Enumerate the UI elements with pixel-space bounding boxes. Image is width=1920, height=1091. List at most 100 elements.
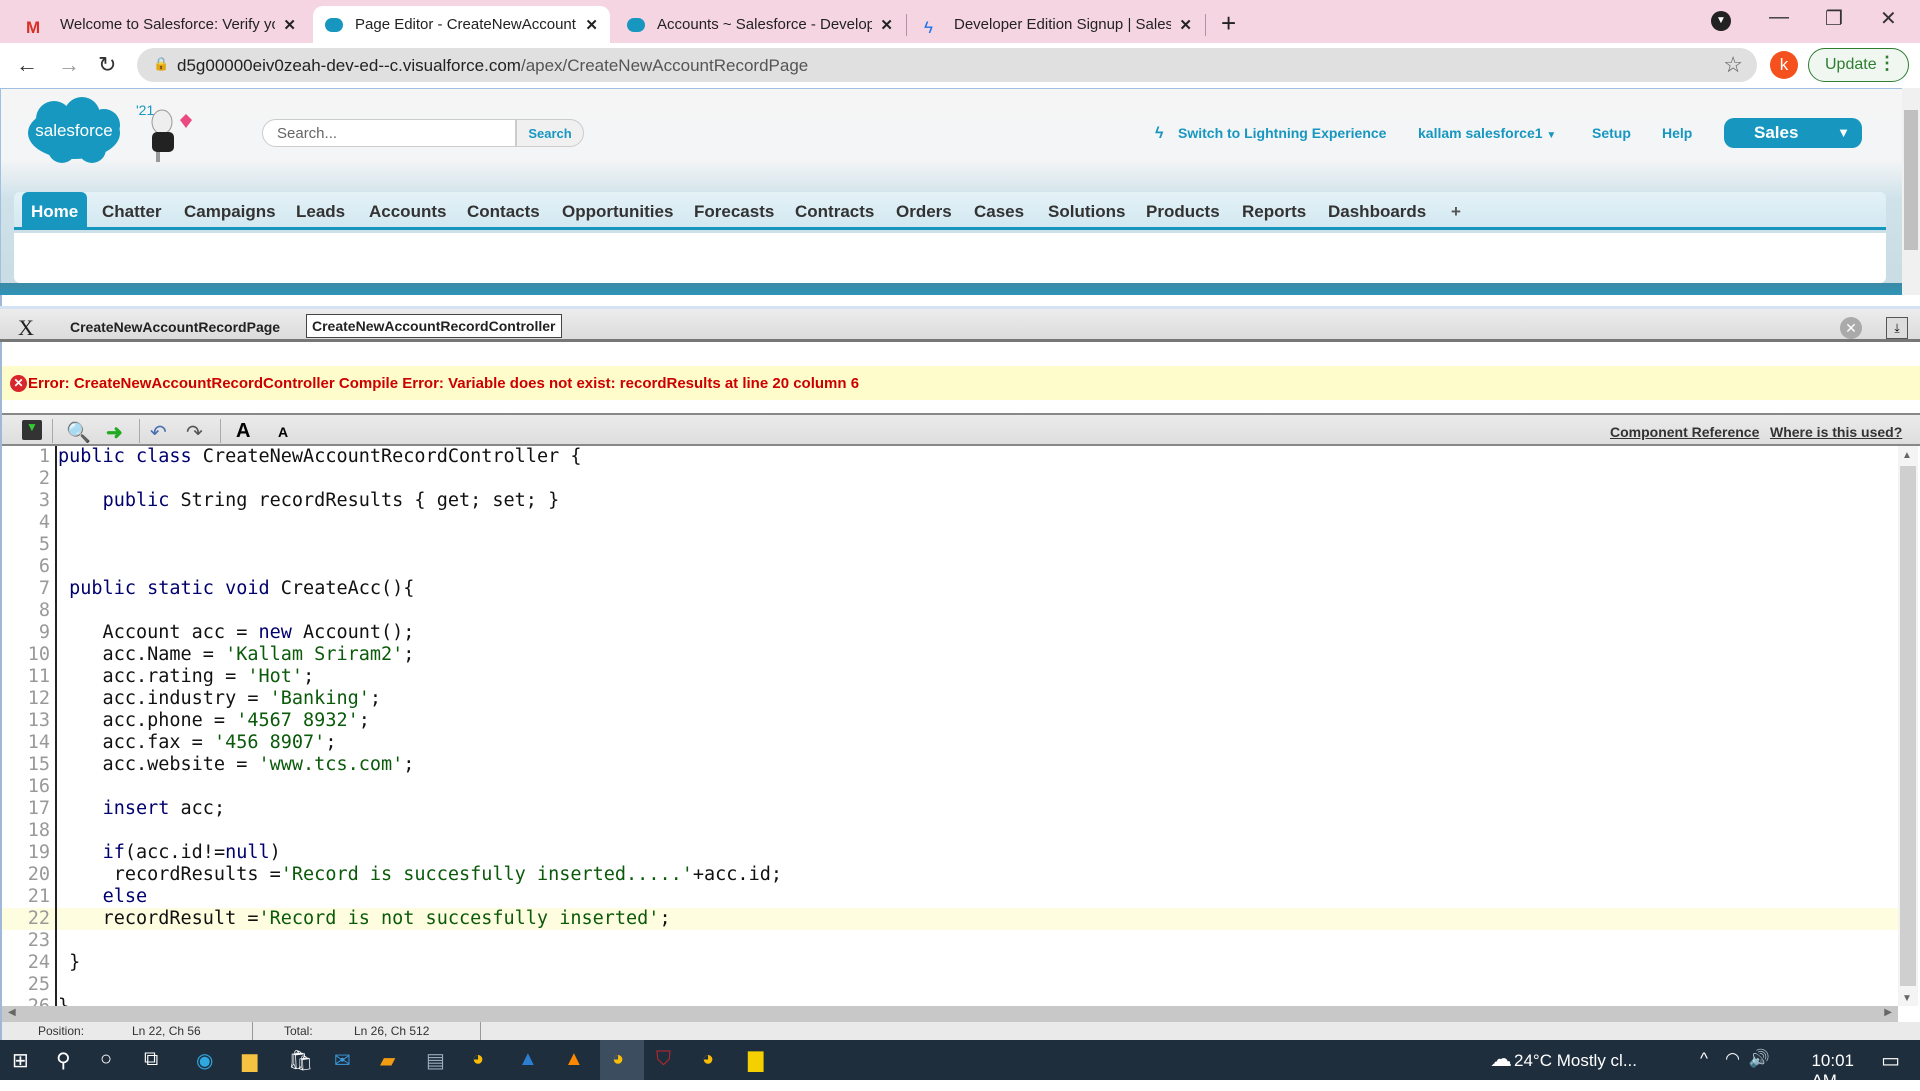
code-line[interactable]: 15 acc.website = 'www.tcs.com'; (2, 754, 1898, 776)
mail-icon[interactable]: ✉ (334, 1048, 351, 1073)
browser-tab-gmail[interactable]: M Welcome to Salesforce: Verify yo ✕ (14, 6, 308, 43)
tab-home[interactable]: Home (22, 192, 88, 230)
chrome-icon[interactable]: ◕ (472, 1048, 484, 1071)
sticky-notes-icon[interactable]: ▇ (748, 1048, 763, 1073)
editor-vertical-scrollbar[interactable]: ▲ ▼ (1898, 446, 1918, 1006)
tab-reports[interactable]: Reports (1242, 202, 1306, 222)
tab-contracts[interactable]: Contracts (795, 202, 874, 222)
search-icon[interactable]: 🔍 (66, 420, 91, 445)
switch-lightning-link[interactable]: Switch to Lightning Experience (1178, 125, 1386, 141)
app-menu-button[interactable]: Sales ▼ (1724, 118, 1862, 148)
go-to-line-icon[interactable]: ➜ (106, 420, 123, 445)
code-line[interactable]: 3 public String recordResults { get; set… (2, 490, 1898, 512)
tab-solutions[interactable]: Solutions (1048, 202, 1125, 222)
close-tab-icon[interactable]: ✕ (880, 16, 893, 34)
browser-tab-page-editor[interactable]: Page Editor - CreateNewAccount ✕ (313, 6, 610, 43)
code-editor[interactable]: 1 public class CreateNewAccountRecordCont… (2, 446, 1898, 1006)
clock-time[interactable]: 10:01 AM (1811, 1051, 1854, 1091)
component-reference-link[interactable]: Component Reference (1610, 424, 1759, 440)
close-tab-icon[interactable]: ✕ (1179, 16, 1192, 34)
store-icon[interactable]: 🛍 (288, 1048, 313, 1073)
download-icon[interactable]: ⤓ (1886, 317, 1908, 339)
add-tab-icon[interactable]: + (1451, 202, 1461, 222)
task-view-icon[interactable]: ⧉ (144, 1048, 158, 1071)
code-line[interactable]: 16 (2, 776, 1898, 798)
weather-text[interactable]: 24°C Mostly cl... (1514, 1051, 1674, 1071)
code-line[interactable]: 24 } (2, 952, 1898, 974)
editor-tab-controller[interactable]: CreateNewAccountRecordController (306, 314, 562, 338)
code-line[interactable]: 8 (2, 600, 1898, 622)
code-line[interactable]: 12 acc.industry = 'Banking'; (2, 688, 1898, 710)
chevron-up-icon[interactable]: ^ (1700, 1049, 1708, 1069)
profile-avatar[interactable]: k (1770, 51, 1798, 79)
forward-icon[interactable]: → (58, 52, 80, 78)
tab-opportunities[interactable]: Opportunities (562, 202, 673, 222)
scrollbar-thumb[interactable] (1900, 466, 1916, 986)
code-line[interactable]: 26} (2, 996, 1898, 1006)
code-line[interactable]: 5 (2, 534, 1898, 556)
scroll-down-icon[interactable]: ▼ (1902, 993, 1912, 1004)
tab-campaigns[interactable]: Campaigns (184, 202, 276, 222)
save-icon[interactable]: ▼ (22, 420, 42, 440)
close-editor-icon[interactable]: X (18, 315, 34, 341)
tab-cases[interactable]: Cases (974, 202, 1024, 222)
code-line[interactable]: 19 if(acc.id!=null) (2, 842, 1898, 864)
sublime-icon[interactable]: ▰ (380, 1048, 395, 1073)
code-line[interactable]: 17 insert acc; (2, 798, 1898, 820)
chrome-profile-icon[interactable]: ◕ (702, 1048, 714, 1071)
code-line[interactable]: 7 public static void CreateAcc(){ (2, 578, 1898, 600)
address-bar[interactable]: 🔒 d5g00000eiv0zeah-dev-ed--c.visualforce… (137, 48, 1757, 82)
code-line[interactable]: 13 acc.phone = '4567 8932'; (2, 710, 1898, 732)
help-link[interactable]: Help (1662, 125, 1692, 141)
code-line[interactable]: 11 acc.rating = 'Hot'; (2, 666, 1898, 688)
tab-search-icon[interactable]: ▼ (1711, 11, 1731, 31)
code-line[interactable]: 14 acc.fax = '456 8907'; (2, 732, 1898, 754)
setup-link[interactable]: Setup (1592, 125, 1631, 141)
vlc-icon[interactable]: ▲ (564, 1048, 584, 1071)
notepad-icon[interactable]: ▤ (426, 1048, 445, 1073)
scroll-left-icon[interactable]: ◀ (8, 1007, 16, 1018)
redo-icon[interactable]: ↷ (186, 420, 203, 445)
code-line[interactable]: 22 recordResult ='Record is not succesfu… (2, 908, 1898, 930)
code-line[interactable]: 23 (2, 930, 1898, 952)
tab-contacts[interactable]: Contacts (467, 202, 540, 222)
search-input[interactable]: Search... (262, 119, 516, 147)
where-used-link[interactable]: Where is this used? (1770, 424, 1902, 440)
back-icon[interactable]: ← (16, 52, 38, 78)
close-tab-icon[interactable]: ✕ (283, 16, 296, 34)
browser-tab-developer-signup[interactable]: ϟ Developer Edition Signup | Sales ✕ (912, 6, 1204, 43)
code-line[interactable]: 1 public class CreateNewAccountRecordCont… (2, 446, 1898, 468)
more-menu-icon[interactable]: ⋮ (1878, 53, 1896, 74)
photos-icon[interactable]: ▲ (518, 1048, 538, 1071)
decrease-font-icon[interactable]: A (278, 424, 288, 440)
tab-products[interactable]: Products (1146, 202, 1220, 222)
minimize-icon[interactable]: — (1769, 6, 1789, 29)
browser-tab-accounts[interactable]: Accounts ~ Salesforce - Develop ✕ (615, 6, 905, 43)
restore-icon[interactable]: ❐ (1825, 6, 1843, 31)
increase-font-icon[interactable]: A (236, 420, 250, 443)
search-icon[interactable]: ⚲ (56, 1048, 71, 1073)
tab-orders[interactable]: Orders (896, 202, 952, 222)
tab-leads[interactable]: Leads (296, 202, 345, 222)
notifications-icon[interactable]: ▭ (1881, 1048, 1900, 1073)
new-tab-button[interactable]: + (1221, 8, 1236, 39)
code-line[interactable]: 4 (2, 512, 1898, 534)
close-window-icon[interactable]: ✕ (1880, 6, 1897, 31)
page-scrollbar[interactable] (1902, 88, 1920, 295)
scroll-right-icon[interactable]: ▶ (1884, 1007, 1892, 1018)
code-line[interactable]: 2 (2, 468, 1898, 490)
code-line[interactable]: 18 (2, 820, 1898, 842)
editor-horizontal-scrollbar[interactable]: ◀ ▶ (2, 1006, 1898, 1022)
tab-chatter[interactable]: Chatter (102, 202, 162, 222)
update-button[interactable]: Update ⋮ (1808, 48, 1909, 82)
reload-icon[interactable]: ↻ (98, 52, 116, 78)
chrome-active-icon[interactable]: ◕ (600, 1040, 644, 1080)
code-line[interactable]: 21 else (2, 886, 1898, 908)
undo-icon[interactable]: ↶ (150, 420, 167, 445)
code-line[interactable]: 25 (2, 974, 1898, 996)
wifi-icon[interactable]: ◠ (1725, 1049, 1740, 1069)
scrollbar-thumb[interactable] (1904, 110, 1918, 250)
search-button[interactable]: Search (516, 119, 584, 147)
editor-tab-page[interactable]: CreateNewAccountRecordPage (70, 319, 280, 335)
tab-dashboards[interactable]: Dashboards (1328, 202, 1426, 222)
